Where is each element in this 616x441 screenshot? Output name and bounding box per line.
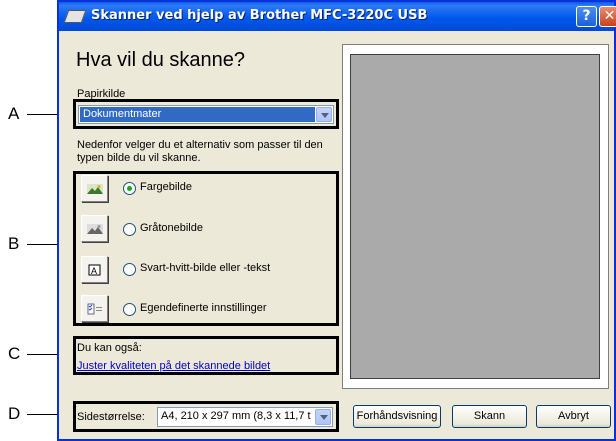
cancel-button[interactable]: Avbryt <box>536 405 611 428</box>
color-photo-icon[interactable] <box>81 175 108 202</box>
chevron-down-icon[interactable] <box>316 107 332 122</box>
color-photo-radio[interactable] <box>123 182 136 195</box>
preview-button[interactable]: Forhåndsvisning <box>353 405 441 428</box>
window-title: Skanner ved hjelp av Brother MFC-3220C U… <box>91 8 428 23</box>
custom-settings-label[interactable]: Egendefinerte innstillinger <box>140 302 267 314</box>
adjust-quality-link[interactable]: Juster kvaliteten på det skannede bildet <box>77 360 270 372</box>
callout-b-label: B <box>8 234 20 253</box>
black-white-text-icon[interactable]: A <box>81 256 108 283</box>
close-button[interactable]: ✕ <box>599 6 616 27</box>
page-size-label: Sidestørrelse: <box>77 411 145 423</box>
scanner-dialog: Skanner ved hjelp av Brother MFC-3220C U… <box>57 0 616 441</box>
black-white-text-label[interactable]: Svart-hvitt-bilde eller -tekst <box>140 262 270 274</box>
custom-settings-radio[interactable] <box>123 303 136 316</box>
callout-a-label: A <box>8 104 20 123</box>
scan-button[interactable]: Skann <box>452 405 527 428</box>
preview-area <box>350 54 600 379</box>
image-type-description: Nedenfor velger du et alternativ som pas… <box>77 139 323 164</box>
help-button[interactable]: ? <box>576 6 597 27</box>
callout-d-label: D <box>8 404 21 423</box>
color-photo-label[interactable]: Fargebilde <box>140 181 192 193</box>
chevron-down-icon[interactable] <box>315 409 331 425</box>
grayscale-photo-icon[interactable] <box>81 215 108 242</box>
black-white-text-radio[interactable] <box>123 263 136 276</box>
callout-c-label: C <box>8 344 21 363</box>
custom-settings-icon[interactable] <box>81 295 108 322</box>
page-size-value: A4, 210 x 297 mm (8,3 x 11,7 t <box>161 410 311 422</box>
title-bar[interactable]: Skanner ved hjelp av Brother MFC-3220C U… <box>59 2 616 31</box>
preview-panel <box>342 44 609 389</box>
paper-source-value: Dokumentmater <box>80 107 315 122</box>
svg-text:A: A <box>91 266 97 276</box>
page-title: Hva vil du skanne? <box>76 49 245 71</box>
page-size-select[interactable]: A4, 210 x 297 mm (8,3 x 11,7 t <box>157 407 333 427</box>
grayscale-photo-label[interactable]: Gråtonebilde <box>140 222 203 234</box>
also-label: Du kan også: <box>77 342 142 354</box>
scanner-icon <box>63 10 87 23</box>
grayscale-photo-radio[interactable] <box>123 223 136 236</box>
paper-source-select[interactable]: Dokumentmater <box>78 105 334 124</box>
